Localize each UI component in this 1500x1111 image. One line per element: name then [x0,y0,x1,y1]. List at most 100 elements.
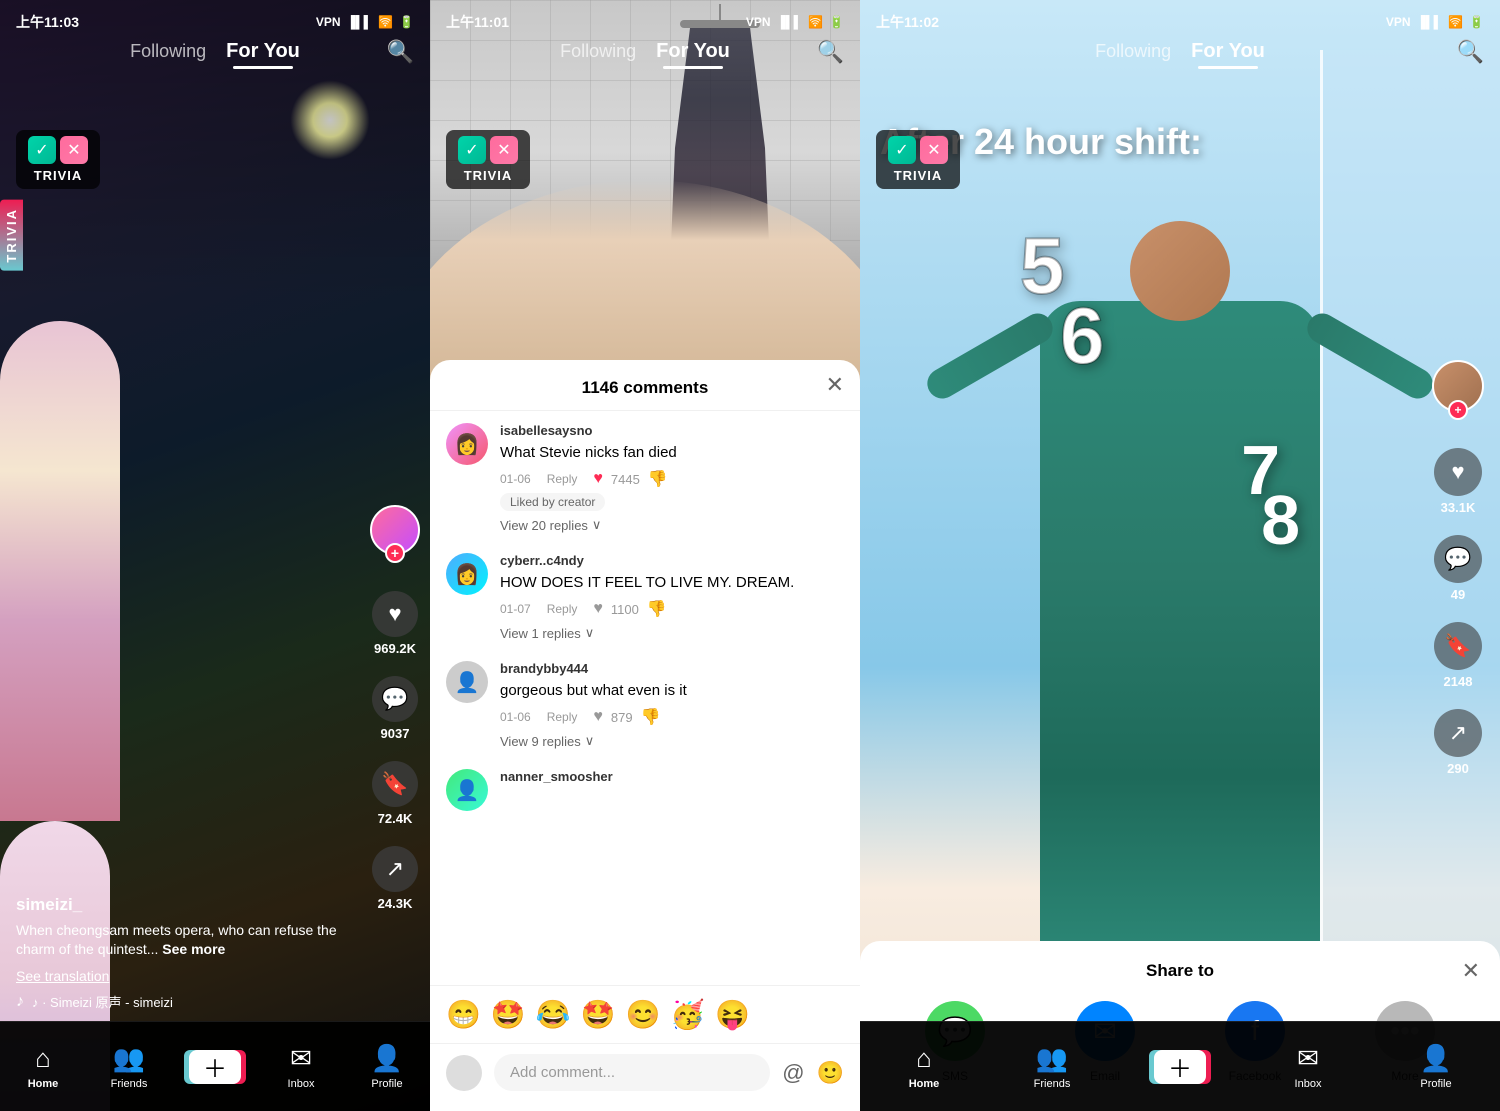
share-button[interactable]: ↗ [372,846,418,892]
view-replies-2[interactable]: View 1 replies ∨ [500,625,844,641]
follow-button[interactable]: + [385,543,405,563]
at-icon[interactable]: @ [782,1060,804,1086]
person-visual [860,281,1500,981]
dislike-icon-3[interactable]: 👎 [641,707,661,727]
comments-header: 1146 comments ✕ [430,360,860,411]
add-button[interactable]: ＋ [189,1050,241,1084]
trivia-check-2: ✓ [458,136,486,164]
view-replies-3[interactable]: View 9 replies ∨ [500,733,844,749]
search-icon[interactable]: 🔍 [387,39,414,65]
comment-date-2: 01-07 [500,602,531,616]
comment-meta-1: 01-06 Reply ♥ 7445 👎 [500,469,844,489]
wifi-icon: 🛜 [378,15,393,29]
nav-friends[interactable]: 👥 Friends [86,1043,172,1090]
nav-foryou-3[interactable]: For You [1191,40,1265,62]
comment-text-1: What Stevie nicks fan died [500,442,844,463]
s3-nav-inbox[interactable]: ✉ Inbox [1244,1043,1372,1090]
s3-like-button[interactable]: ♥ [1434,448,1482,496]
like-icon-1[interactable]: ♥ [593,470,603,488]
comment-actions-1: ♥ 7445 👎 [593,469,667,489]
search-icon-2[interactable]: 🔍 [817,39,844,65]
nav-bar: Following For You 🔍 [16,40,414,63]
emoji-smile[interactable]: 😊 [626,998,661,1031]
comment-item-4: 👤 nanner_smoosher [446,769,844,811]
s3-bookmark-button[interactable]: 🔖 [1434,622,1482,670]
dislike-icon-2[interactable]: 👎 [647,599,667,619]
view-replies-1[interactable]: View 20 replies ∨ [500,517,844,533]
emoji-wow[interactable]: 🤩 [581,998,616,1031]
comment-content-1: isabellesaysno What Stevie nicks fan die… [500,423,844,533]
like-button[interactable]: ♥ [372,591,418,637]
nav-following-3[interactable]: Following [1095,41,1171,62]
time-display-2: 上午11:01 [446,12,509,32]
nav-profile[interactable]: 👤 Profile [344,1043,430,1090]
s3-home-label: Home [909,1078,940,1090]
emoji-tongue[interactable]: 😝 [715,998,750,1031]
s3-add-button[interactable]: ＋ [1154,1050,1206,1084]
comments-count: 9037 [381,726,410,741]
s3-nav-add[interactable]: ＋ [1116,1050,1244,1084]
nav-add[interactable]: ＋ [172,1050,258,1084]
like-icon-3[interactable]: ♥ [593,708,603,726]
likes-count: 969.2K [374,641,416,656]
like-icon-2[interactable]: ♥ [593,600,603,618]
likes-group: ♥ 969.2K [372,591,418,656]
comment-input-field[interactable]: Add comment... [494,1054,770,1091]
signal-icon: ▐▌▌ [347,15,373,29]
see-translation-button[interactable]: See translation [16,968,360,984]
s3-profile-label: Profile [1420,1078,1451,1090]
s3-nav-home[interactable]: ⌂ Home [860,1043,988,1090]
trivia-badge-3[interactable]: ✓ ✕ TRIVIA [876,130,960,189]
emoji-laugh[interactable]: 😂 [536,998,571,1031]
nav-following[interactable]: Following [130,41,206,62]
s3-bookmarks-group: 🔖 2148 [1434,622,1482,689]
emoji-grin[interactable]: 😁 [446,998,481,1031]
trivia-badge[interactable]: ✓ ✕ TRIVIA [16,130,100,189]
trivia-badge-2[interactable]: ✓ ✕ TRIVIA [446,130,530,189]
share-close-button[interactable]: ✕ [1462,958,1480,984]
search-icon-3[interactable]: 🔍 [1457,39,1484,65]
comment-content-2: cyberr..c4ndy HOW DOES IT FEEL TO LIVE M… [500,553,844,641]
s3-nav-friends[interactable]: 👥 Friends [988,1043,1116,1090]
nav-home[interactable]: ⌂ Home [0,1043,86,1090]
comment-avatar-3: 👤 [446,661,488,703]
trivia-icons: ✓ ✕ [28,136,88,164]
comments-group: 💬 9037 [372,676,418,741]
home-icon: ⌂ [35,1043,51,1074]
comment-username-1: isabellesaysno [500,423,844,438]
comment-content-4: nanner_smoosher [500,769,844,811]
emoji-starstruck[interactable]: 🤩 [491,998,526,1031]
s3-follow-button[interactable]: + [1448,400,1468,420]
s3-likes-group: ♥ 33.1K [1434,448,1482,515]
like-count-2: 1100 [611,602,639,617]
comments-list: 👩 isabellesaysno What Stevie nicks fan d… [430,411,860,985]
comments-button[interactable]: 💬 [372,676,418,722]
nav-inbox[interactable]: ✉ Inbox [258,1043,344,1090]
emoji-picker-icon[interactable]: 🙂 [817,1060,844,1086]
comments-close-button[interactable]: ✕ [826,372,844,398]
s3-nav-profile[interactable]: 👤 Profile [1372,1043,1500,1090]
nav-following-2[interactable]: Following [560,41,636,62]
wifi-icon-2: 🛜 [808,15,823,29]
bookmark-button[interactable]: 🔖 [372,761,418,807]
comment-item: 👩 isabellesaysno What Stevie nicks fan d… [446,423,844,533]
signal-icon-3: ▐▌▌ [1417,15,1443,29]
dislike-icon-1[interactable]: 👎 [648,469,668,489]
nav-foryou[interactable]: For You [226,40,300,62]
s3-share-button[interactable]: ↗ [1434,709,1482,757]
bookmarks-count: 72.4K [378,811,413,826]
trivia-x-icon: ✕ [60,136,88,164]
person-left-arm [922,308,1058,404]
comment-reply-3[interactable]: Reply [547,710,578,724]
comment-reply-1[interactable]: Reply [547,472,578,486]
nav-foryou-2[interactable]: For You [656,40,730,62]
see-more-button[interactable]: See more [162,941,225,957]
video-description: When cheongsam meets opera, who can refu… [16,921,360,960]
trivia-x-2: ✕ [490,136,518,164]
emoji-party[interactable]: 🥳 [670,998,705,1031]
screen1-sidebar: + ♥ 969.2K 💬 9037 🔖 72.4K ↗ 24.3K [370,505,420,911]
comment-reply-2[interactable]: Reply [547,602,578,616]
comment-date-3: 01-06 [500,710,531,724]
s3-comments-button[interactable]: 💬 [1434,535,1482,583]
comment-placeholder: Add comment... [510,1064,615,1081]
